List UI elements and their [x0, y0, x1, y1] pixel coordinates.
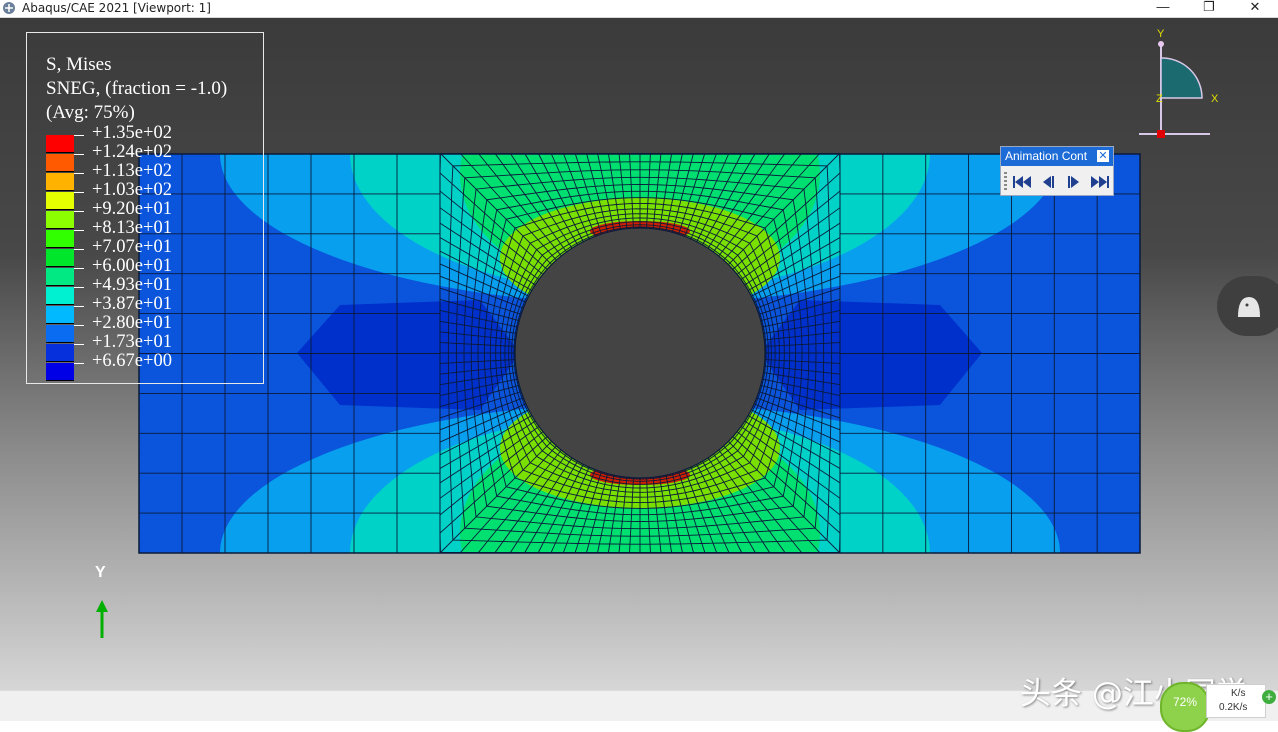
restore-button[interactable]: ❐ [1186, 0, 1232, 16]
legend-value: +6.00e+01 [92, 256, 172, 276]
speed-panel: K/s 0.2K/s [1206, 684, 1266, 718]
legend-tick [74, 249, 84, 250]
legend-tick [74, 192, 84, 193]
close-icon: ✕ [1098, 150, 1108, 162]
title-bar: Abaqus/CAE 2021 [Viewport: 1] — ❐ ✕ [0, 0, 1278, 18]
hole [514, 227, 766, 479]
legend-tick [74, 363, 84, 364]
legend-color-swatch [46, 192, 74, 210]
legend-tick [74, 173, 84, 174]
legend-value: +1.13e+02 [92, 161, 172, 181]
legend-color-swatch [46, 135, 74, 153]
legend-variable: S, Mises [46, 54, 112, 75]
legend-value: +3.87e+01 [92, 294, 172, 314]
triad-y-label: Y [95, 564, 106, 581]
legend-value: +8.13e+01 [92, 218, 172, 238]
triad-small-x: X [1211, 93, 1219, 105]
toolbar-grip[interactable] [1004, 172, 1007, 190]
legend-value: +6.67e+00 [92, 351, 172, 371]
legend-value: +9.20e+01 [92, 199, 172, 219]
side-panel-tab[interactable] [1217, 276, 1278, 336]
restore-icon: ❐ [1203, 0, 1215, 14]
legend-color-swatch [46, 268, 74, 286]
legend-section-point: SNEG, (fraction = -1.0) [46, 78, 228, 99]
legend-value: +1.24e+02 [92, 142, 172, 162]
triad-small-y: Y [1157, 28, 1165, 40]
close-icon: ✕ [1249, 0, 1261, 14]
view-triad-small: Y Z X [1139, 28, 1219, 138]
legend-color-swatch [46, 211, 74, 229]
legend-value: +4.93e+01 [92, 275, 172, 295]
animation-controller: Animation Cont ✕ [1000, 146, 1114, 196]
abaqus-logo-icon [3, 2, 15, 14]
legend-tick [74, 154, 84, 155]
legend-tick [74, 325, 84, 326]
legend-color-swatch [46, 344, 74, 362]
legend-value: +7.07e+01 [92, 237, 172, 257]
legend-value: +2.80e+01 [92, 313, 172, 333]
animation-controller-titlebar[interactable]: Animation Cont ✕ [1001, 147, 1113, 166]
network-speed-widget[interactable]: 72% K/s 0.2K/s + [1160, 678, 1278, 732]
minimize-button[interactable]: — [1140, 0, 1186, 16]
next-frame-button[interactable] [1063, 172, 1085, 192]
download-speed: 0.2K/s [1219, 702, 1248, 713]
legend-tick [74, 268, 84, 269]
first-frame-button[interactable] [1011, 172, 1033, 192]
legend-value: +1.35e+02 [92, 123, 172, 143]
legend-color-swatch [46, 363, 74, 381]
legend-tick [74, 344, 84, 345]
legend-tick [74, 135, 84, 136]
animation-close-button[interactable]: ✕ [1097, 150, 1109, 162]
first-frame-icon [1013, 176, 1031, 188]
view-triad-main: Y Z X [95, 564, 108, 638]
legend-color-swatch [46, 306, 74, 324]
window-title: Abaqus/CAE 2021 [Viewport: 1] [22, 1, 211, 15]
legend-color-swatch [46, 230, 74, 248]
viewport[interactable]: S, Mises SNEG, (fraction = -1.0) (Avg: 7… [0, 18, 1278, 690]
legend-color-swatch [46, 325, 74, 343]
last-frame-icon [1091, 176, 1109, 188]
cpu-usage-badge[interactable]: 72% [1160, 682, 1210, 732]
last-frame-button[interactable] [1089, 172, 1111, 192]
upload-speed: K/s [1231, 688, 1246, 699]
legend-tick [74, 230, 84, 231]
legend-averaging: (Avg: 75%) [46, 102, 135, 123]
previous-frame-button[interactable] [1037, 172, 1059, 192]
contour-legend: S, Mises SNEG, (fraction = -1.0) (Avg: 7… [26, 32, 264, 384]
triad-small-z: Z [1156, 93, 1163, 105]
legend-value: +1.73e+01 [92, 332, 172, 352]
legend-color-swatch [46, 154, 74, 172]
next-frame-icon [1068, 176, 1079, 188]
legend-tick [74, 306, 84, 307]
ghost-icon [1238, 297, 1260, 317]
close-button[interactable]: ✕ [1232, 0, 1278, 16]
animation-controller-title: Animation Cont [1005, 149, 1088, 163]
legend-value: +1.03e+02 [92, 180, 172, 200]
add-button[interactable]: + [1262, 690, 1276, 704]
minimize-icon: — [1156, 0, 1170, 14]
previous-frame-icon [1043, 176, 1054, 188]
legend-color-swatch [46, 173, 74, 191]
legend-color-swatch [46, 287, 74, 305]
legend-tick [74, 287, 84, 288]
legend-color-swatch [46, 249, 74, 267]
legend-tick [74, 211, 84, 212]
